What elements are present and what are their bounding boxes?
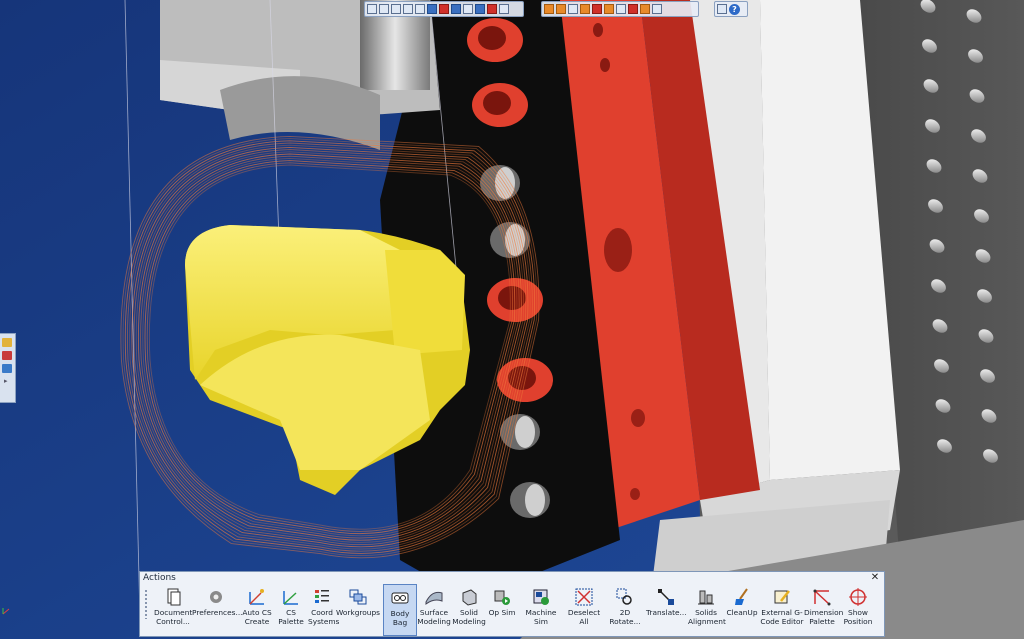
coord-systems-button[interactable]: Coord Systems: [308, 584, 340, 636]
expand-arrow-icon[interactable]: ▸: [4, 377, 15, 385]
document-icon: [167, 588, 181, 606]
body-bag-label: Body Bag: [390, 609, 410, 627]
wireframe-icon[interactable]: [463, 4, 473, 14]
solid-modeling-label: Solid Modeling: [452, 608, 486, 626]
body-bag-icon: [391, 592, 409, 604]
gcode-editor-icon: [774, 590, 790, 604]
rotate-2d-icon: [616, 588, 632, 605]
cleanup-icon: [735, 588, 748, 605]
coord-systems-label: Coord Systems: [308, 608, 340, 626]
body-bag-button[interactable]: Body Bag: [383, 584, 417, 636]
solid-modeling-icon: [462, 589, 477, 606]
dimension-palette-label: Dimension Palette: [804, 608, 844, 626]
solid-modeling-button[interactable]: Solid Modeling: [452, 584, 486, 636]
part-view-icon[interactable]: [544, 4, 554, 14]
workgroups-button[interactable]: Workgroups: [336, 584, 380, 636]
translate-icon: [658, 589, 674, 605]
machine-sim-button[interactable]: Machine Sim: [519, 584, 563, 636]
machine-view-icon[interactable]: [604, 4, 614, 14]
actions-panel-title: Actions: [143, 573, 176, 583]
gear-label: Preferences...: [192, 608, 243, 617]
workgroups-label: Workgroups: [336, 608, 381, 617]
rotate-2d-label: 2D Rotate...: [609, 608, 641, 626]
feature-view-icon[interactable]: [640, 4, 650, 14]
show-position-button[interactable]: Show Position: [840, 584, 876, 636]
lighting-icon[interactable]: [475, 4, 485, 14]
cs-palette-button[interactable]: CS Palette: [274, 584, 308, 636]
close-icon[interactable]: ✕: [869, 572, 881, 583]
toolpath-view-icon[interactable]: [592, 4, 602, 14]
folder-blue-icon[interactable]: [2, 364, 12, 373]
render-icon[interactable]: [439, 4, 449, 14]
left-palette: ▸: [0, 333, 16, 403]
view-toolbar-left: [364, 1, 524, 17]
material-icon[interactable]: [487, 4, 497, 14]
surface-modeling-label: Surface Modeling: [417, 608, 451, 626]
show-position-icon: [849, 588, 867, 606]
gcode-editor-label: External G- Code Editor: [760, 608, 804, 626]
view-box-icon[interactable]: [379, 4, 389, 14]
cs-palette-label: CS Palette: [278, 608, 304, 626]
solid-view-icon[interactable]: [580, 4, 590, 14]
drag-handle[interactable]: [144, 589, 149, 619]
document-button[interactable]: Document Control...: [154, 584, 192, 636]
dropdown-icon[interactable]: [499, 4, 509, 14]
solids-alignment-label: Solids Alignment: [688, 608, 726, 626]
fit-view-icon[interactable]: [717, 4, 727, 14]
surface-modeling-button[interactable]: Surface Modeling: [417, 584, 451, 636]
axis-indicator-icon: [2, 608, 10, 615]
auto-cs-label: Auto CS Create: [242, 608, 272, 626]
view-frame-icon[interactable]: [415, 4, 425, 14]
3d-viewport[interactable]: [0, 0, 1024, 639]
rotate-2d-button[interactable]: 2D Rotate...: [605, 584, 645, 636]
document-label: Document Control...: [154, 608, 193, 626]
stock-view-icon[interactable]: [556, 4, 566, 14]
translate-button[interactable]: Translate...: [646, 584, 687, 636]
dimension-palette-button[interactable]: Dimension Palette: [804, 584, 844, 636]
actions-panel: Actions ✕ Document Control... Preferences…: [139, 571, 885, 637]
deselect-all-button[interactable]: Deselect All: [564, 584, 604, 636]
view-cube-icon[interactable]: [427, 4, 437, 14]
solids-alignment-button[interactable]: Solids Alignment: [688, 584, 726, 636]
coord-systems-icon: [315, 590, 329, 603]
shade-icon[interactable]: [451, 4, 461, 14]
view-mode-icon[interactable]: [367, 4, 377, 14]
surface-modeling-icon: [425, 591, 443, 605]
deselect-all-icon: [575, 588, 593, 606]
solids-alignment-icon: [698, 590, 714, 605]
fixture-view-icon[interactable]: [568, 4, 578, 14]
folder-red-icon[interactable]: [2, 351, 12, 360]
op-sim-label: Op Sim: [488, 608, 516, 617]
view-toolbar-middle: [541, 1, 699, 17]
sim-view-icon[interactable]: [628, 4, 638, 14]
cleanup-label: CleanUp: [726, 608, 758, 617]
op-sim-icon: [494, 590, 510, 605]
view-grid-icon[interactable]: [391, 4, 401, 14]
machine-sim-icon: [533, 589, 549, 605]
translate-label: Translate...: [646, 608, 687, 617]
dimension-palette-icon: [813, 589, 831, 606]
deselect-all-label: Deselect All: [567, 608, 601, 626]
workgroups-icon: [349, 589, 367, 605]
more-views-icon[interactable]: [652, 4, 662, 14]
show-position-label: Show Position: [843, 608, 873, 626]
cs-palette-icon: [283, 591, 298, 605]
auto-cs-icon: [249, 589, 264, 605]
machine-sim-label: Machine Sim: [525, 608, 557, 626]
gear-icon: [210, 591, 222, 603]
help-icon[interactable]: ?: [729, 3, 740, 15]
view-window-icon[interactable]: [403, 4, 413, 14]
auto-cs-button[interactable]: Auto CS Create: [242, 584, 272, 636]
cleanup-button[interactable]: CleanUp: [725, 584, 759, 636]
view-toolbar-right: ?: [714, 1, 748, 17]
op-sim-button[interactable]: Op Sim: [488, 584, 516, 636]
gear-button[interactable]: Preferences...: [192, 584, 243, 636]
layer-view-icon[interactable]: [616, 4, 626, 14]
gcode-editor-button[interactable]: External G- Code Editor: [760, 584, 804, 636]
folder-icon[interactable]: [2, 338, 12, 347]
